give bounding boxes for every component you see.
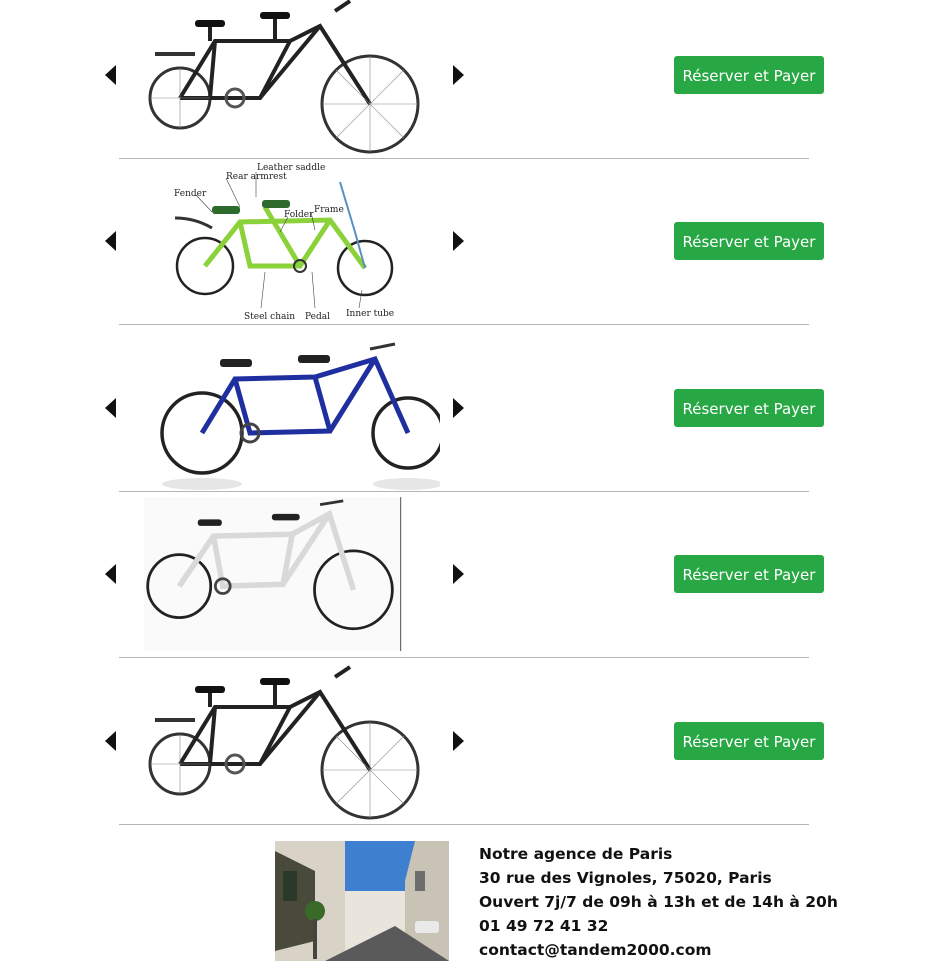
- white-tandem-bike-image: [144, 497, 402, 651]
- row-separator: [119, 324, 809, 325]
- reserve-and-pay-button[interactable]: Réserver et Payer: [674, 56, 824, 94]
- agency-hours: Ouvert 7j/7 de 09h à 13h et de 14h à 20h: [479, 893, 838, 911]
- agency-phone[interactable]: 01 49 72 41 32: [479, 914, 838, 938]
- agency-email[interactable]: contact@tandem2000.com: [479, 938, 838, 962]
- product-row: Réserver et Payer: [0, 497, 928, 665]
- reserve-and-pay-button[interactable]: Réserver et Payer: [674, 722, 824, 760]
- carousel-next-arrow-icon[interactable]: [453, 731, 464, 751]
- agency-info: Notre agence de Paris 30 rue des Vignole…: [479, 842, 838, 962]
- black-tandem-bike-image: [148, 665, 420, 820]
- row-separator: [119, 657, 809, 658]
- reserve-and-pay-button[interactable]: Réserver et Payer: [674, 222, 824, 260]
- annotation-inner-tube: Inner tube: [346, 309, 394, 319]
- carousel-next-arrow-icon[interactable]: [453, 564, 464, 584]
- blue-tandem-bike-image: [160, 342, 440, 490]
- black-tandem-bike-image: [148, 0, 420, 154]
- annotation-steel-chain: Steel chain: [244, 312, 295, 322]
- agency-address: 30 rue des Vignoles, 75020, Paris: [479, 869, 772, 887]
- carousel-next-arrow-icon[interactable]: [453, 231, 464, 251]
- annotation-fender: Fender: [174, 189, 207, 199]
- reserve-and-pay-button[interactable]: Réserver et Payer: [674, 389, 824, 427]
- row-separator: [119, 824, 809, 825]
- product-row: Leather saddle Rear armrest Fender Folde…: [0, 163, 928, 332]
- product-row: Réserver et Payer: [0, 0, 928, 166]
- annotation-rear-armrest: Rear armrest: [226, 172, 287, 182]
- carousel-prev-arrow-icon[interactable]: [105, 231, 116, 251]
- carousel-prev-arrow-icon[interactable]: [105, 731, 116, 751]
- carousel-prev-arrow-icon[interactable]: [105, 564, 116, 584]
- paris-street-photo: [275, 841, 449, 961]
- agency-name: Notre agence de Paris: [479, 845, 673, 863]
- green-folding-tandem-bike-image: Leather saddle Rear armrest Fender Folde…: [174, 163, 394, 322]
- carousel-next-arrow-icon[interactable]: [453, 398, 464, 418]
- row-separator: [119, 158, 809, 159]
- annotation-folder: Folder: [284, 210, 314, 220]
- product-row: Réserver et Payer: [0, 333, 928, 499]
- carousel-prev-arrow-icon[interactable]: [105, 398, 116, 418]
- annotation-frame: Frame: [314, 205, 344, 215]
- carousel-next-arrow-icon[interactable]: [453, 65, 464, 85]
- carousel-prev-arrow-icon[interactable]: [105, 65, 116, 85]
- annotation-pedal: Pedal: [305, 312, 330, 322]
- product-row: Réserver et Payer: [0, 665, 928, 832]
- reserve-and-pay-button[interactable]: Réserver et Payer: [674, 555, 824, 593]
